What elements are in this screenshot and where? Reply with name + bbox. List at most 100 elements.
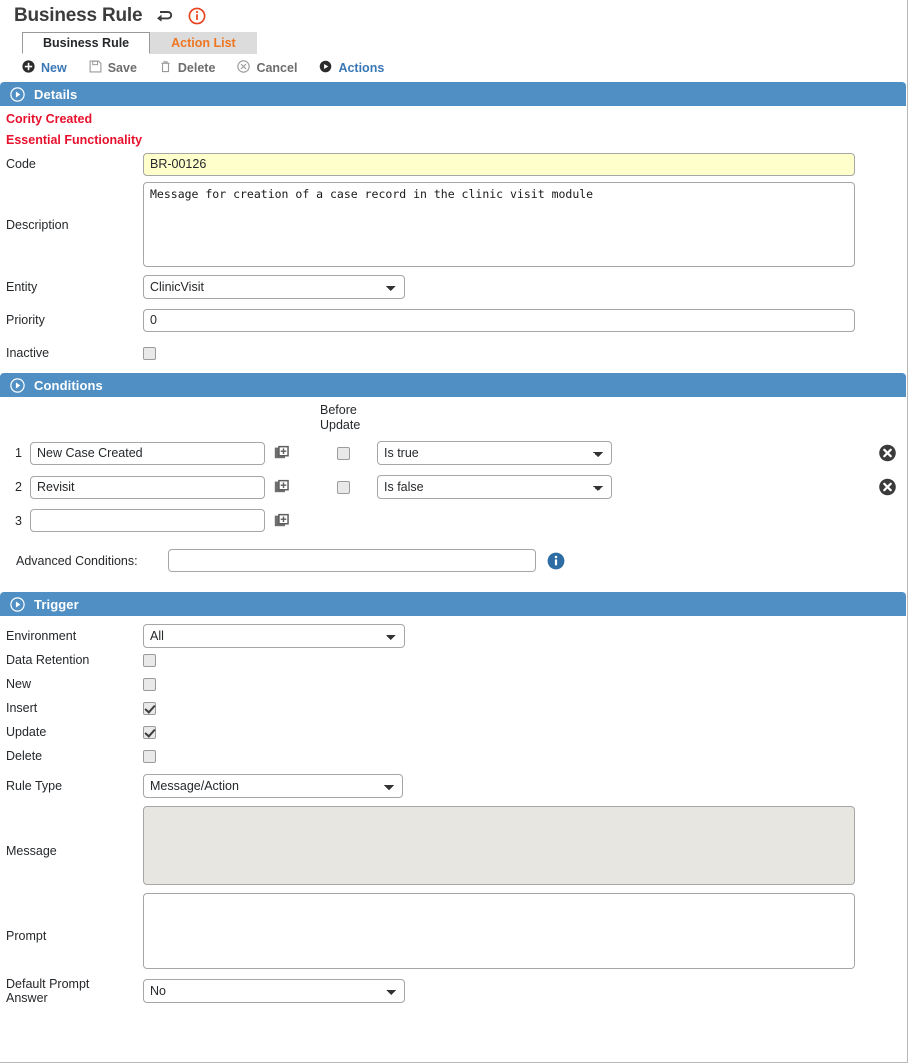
message-label: Message <box>6 844 57 858</box>
insert-label: Insert <box>6 701 38 715</box>
update-label: Update <box>6 725 47 739</box>
field-picker-icon[interactable] <box>274 445 290 461</box>
actions-button[interactable]: Actions <box>319 60 384 76</box>
default-prompt-answer-label-line2: Answer <box>6 991 48 1005</box>
trigger-body: Environment All Data Retention New Inser… <box>0 624 907 1005</box>
condition-row: 1 Is true <box>0 441 907 465</box>
message-row: Message <box>0 806 907 885</box>
code-label: Code <box>6 157 36 171</box>
tab-bar: Business Rule Action List <box>22 32 907 54</box>
section-title-trigger: Trigger <box>34 596 79 612</box>
entity-row: Entity ClinicVisit <box>0 275 907 299</box>
prompt-label: Prompt <box>6 929 47 943</box>
inactive-row: Inactive <box>0 341 907 365</box>
cancel-button-label: Cancel <box>256 61 298 75</box>
rule-type-label: Rule Type <box>6 779 63 793</box>
data-retention-checkbox[interactable] <box>143 653 156 667</box>
save-disk-icon <box>89 60 102 76</box>
description-label: Description <box>6 218 69 232</box>
info-circle-icon[interactable] <box>547 552 565 570</box>
notice-cority-created: Cority Created <box>6 112 93 126</box>
delete-condition-button[interactable] <box>879 444 896 462</box>
tab-action-list[interactable]: Action List <box>150 32 257 54</box>
delete-label: Delete <box>6 749 43 763</box>
inactive-checkbox[interactable] <box>143 346 156 360</box>
default-prompt-answer-label-line1: Default Prompt <box>6 977 90 991</box>
business-rule-page: Business Rule Business Rule Action List <box>0 0 908 1063</box>
data-retention-row: Data Retention <box>0 648 907 672</box>
title-bar: Business Rule <box>0 0 907 30</box>
prompt-textarea[interactable] <box>143 893 855 969</box>
back-arrow-icon[interactable] <box>154 8 174 24</box>
before-update-checkbox[interactable] <box>336 446 350 460</box>
rule-type-select[interactable]: Message/Action <box>143 774 403 798</box>
delete-checkbox[interactable] <box>143 749 156 763</box>
conditions-column-header: Before Update <box>0 397 907 433</box>
condition-number: 1 <box>15 446 22 460</box>
rule-type-row: Rule Type Message/Action <box>0 774 907 798</box>
priority-label: Priority <box>6 313 45 327</box>
environment-label: Environment <box>6 629 77 643</box>
delete-condition-button[interactable] <box>879 478 896 496</box>
condition-row: 3 <box>0 509 907 532</box>
page-title: Business Rule <box>14 5 143 26</box>
condition-number: 2 <box>15 480 22 494</box>
new-row: New <box>0 672 907 696</box>
delete-button[interactable]: Delete <box>159 60 216 76</box>
section-header-details[interactable]: Details <box>0 82 906 106</box>
notice-essential-functionality: Essential Functionality <box>6 133 143 147</box>
field-picker-icon[interactable] <box>274 479 290 495</box>
insert-checkbox[interactable] <box>143 701 156 715</box>
section-header-trigger[interactable]: Trigger <box>0 592 906 616</box>
default-prompt-answer-select[interactable]: No <box>143 979 405 1003</box>
before-update-cell <box>309 446 377 460</box>
cancel-button[interactable]: Cancel <box>237 60 297 76</box>
new-button[interactable]: New <box>22 60 67 76</box>
delete-button-label: Delete <box>177 61 216 75</box>
advanced-conditions-row: Advanced Conditions: <box>0 549 907 572</box>
condition-operator-select[interactable]: Is true <box>377 441 612 465</box>
save-button[interactable]: Save <box>89 60 137 76</box>
conditions-body: Before Update 1 Is t <box>0 397 907 572</box>
entity-select[interactable]: ClinicVisit <box>143 275 405 299</box>
section-header-conditions[interactable]: Conditions <box>0 373 906 397</box>
tab-business-rule[interactable]: Business Rule <box>22 32 151 54</box>
message-textarea[interactable] <box>143 806 855 885</box>
description-row: Description Message for creation of a ca… <box>0 182 907 267</box>
section-title-conditions: Conditions <box>34 377 103 393</box>
condition-field-input[interactable] <box>30 509 265 532</box>
plus-circle-icon <box>22 60 35 76</box>
code-input[interactable] <box>143 152 855 176</box>
default-prompt-answer-label: Default Prompt Answer <box>0 977 143 1005</box>
code-row: Code <box>0 152 907 176</box>
new-checkbox[interactable] <box>143 677 156 691</box>
priority-row: Priority <box>0 308 907 332</box>
priority-input[interactable] <box>143 308 855 332</box>
expand-caret-icon <box>10 86 25 102</box>
condition-field-input[interactable] <box>30 475 265 499</box>
expand-caret-icon <box>10 596 25 612</box>
col-before-label: Before <box>320 403 357 417</box>
condition-field-input[interactable] <box>30 441 265 465</box>
entity-label: Entity <box>6 280 38 294</box>
condition-operator-select[interactable]: Is false <box>377 475 612 499</box>
action-toolbar: New Save Delete Cancel Actions <box>0 54 907 82</box>
data-retention-label: Data Retention <box>6 653 90 667</box>
alert-info-icon[interactable] <box>188 7 206 25</box>
actions-button-label: Actions <box>338 61 385 75</box>
col-update-label: Update <box>320 418 361 432</box>
section-title-details: Details <box>34 86 78 102</box>
advanced-conditions-label: Advanced Conditions: <box>16 553 138 568</box>
new-button-label: New <box>41 61 67 75</box>
expand-caret-icon <box>10 377 25 393</box>
update-checkbox[interactable] <box>143 725 156 739</box>
advanced-conditions-input[interactable] <box>168 549 536 572</box>
new-label: New <box>6 677 32 691</box>
update-row: Update <box>0 720 907 744</box>
condition-row: 2 Is false <box>0 475 907 499</box>
field-picker-icon[interactable] <box>274 513 290 529</box>
description-textarea[interactable]: Message for creation of a case record in… <box>143 182 855 267</box>
environment-select[interactable]: All <box>143 624 405 648</box>
before-update-checkbox[interactable] <box>336 480 350 494</box>
cancel-circle-icon <box>237 60 251 76</box>
